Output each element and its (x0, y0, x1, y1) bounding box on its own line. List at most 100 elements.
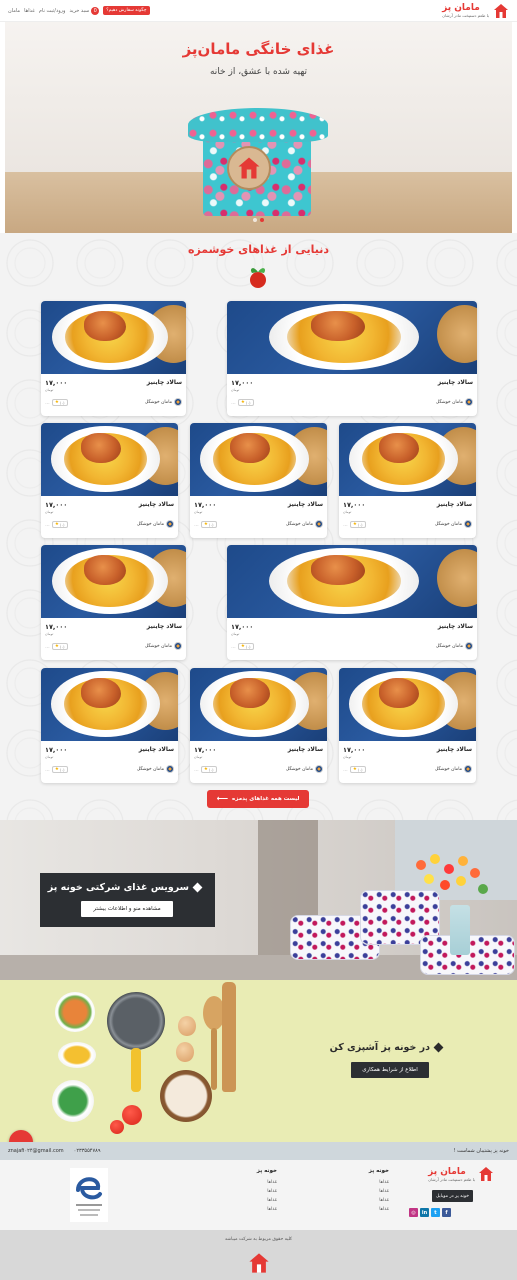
food-image (190, 423, 327, 496)
footer-link[interactable]: غذاها (369, 1205, 389, 1214)
linkedin-icon[interactable]: in (420, 1208, 429, 1217)
corporate-box: سرویس غذای شرکتی خونه پز مشاهده منو و اط… (40, 873, 215, 927)
oil-dish-image (58, 1042, 96, 1068)
enamad-badge[interactable] (70, 1168, 108, 1222)
price-unit: تومان (343, 755, 352, 759)
star-icon: ★ (240, 644, 245, 649)
phone-text[interactable]: ۰۲۳۳۵۵۴۷۸۹ (74, 1148, 101, 1154)
how-to-order-button[interactable]: چگونه سفارش دهیم؟ (103, 6, 150, 15)
diamond-icon (192, 882, 203, 893)
food-price: ۱۷,۰۰۰ (45, 623, 68, 631)
cook-title: در خونه پز آشپزی کن (329, 1042, 430, 1053)
footer-logo[interactable]: ماماﻥ پز با طعم دستپخت مادر آرشان (428, 1166, 494, 1182)
mobile-app-button[interactable]: خونه پز در موبایل (432, 1190, 473, 1202)
rating: ۰.۰ ★ (۰) (45, 521, 68, 528)
egg-image (178, 1016, 196, 1036)
food-card[interactable]: سالاد چاینیز ۱۷,۰۰۰ تومان مامان خوشگل ۰.۰ ★ (۰… (41, 301, 186, 416)
chef-info[interactable]: مامان خوشگل (435, 765, 472, 773)
food-card[interactable]: سالاد چاینیز ۱۷,۰۰۰ تومان مامان خوشگل ۰.۰ ★ (۰… (339, 423, 476, 538)
chef-name: مامان خوشگل (144, 643, 172, 649)
chef-name: مامان خوشگل (144, 399, 172, 405)
facebook-icon[interactable]: f (442, 1208, 451, 1217)
footer-link[interactable]: غذاها (257, 1205, 277, 1214)
chef-info[interactable]: مامان خوشگل (436, 398, 473, 406)
wooden-spatula-image (222, 982, 236, 1092)
star-icon: ★ (54, 522, 59, 527)
footer-link[interactable]: غذاها (257, 1178, 277, 1187)
corporate-more-button[interactable]: مشاهده منو و اطلاعات بیشتر (81, 901, 173, 917)
login-link[interactable]: ورود/ثبت نام (39, 8, 66, 14)
rating-count: (۰) (208, 767, 214, 772)
food-image (41, 301, 186, 374)
food-card[interactable]: سالاد چاینیز ۱۷,۰۰۰ تومان مامان خوشگل ۰.۰ ★ (۰… (227, 545, 477, 660)
frying-pan-image (107, 992, 165, 1050)
food-card[interactable]: سالاد چاینیز ۱۷,۰۰۰ تومان مامان خوشگل ۰.۰ ★ (۰… (190, 423, 327, 538)
brand-tagline: با طعم دستپخت مادر آرشان (442, 13, 489, 18)
email-text[interactable]: znajafi۰۲۴@gmail.com (8, 1148, 64, 1154)
food-name: سالاد چاینیز (138, 746, 174, 753)
social-links: ◎ in t f (409, 1208, 451, 1217)
slider-dot[interactable] (253, 218, 257, 222)
food-card[interactable]: سالاد چاینیز ۱۷,۰۰۰ تومان مامان خوشگل ۰.۰ ★ (۰… (41, 668, 178, 783)
chef-info[interactable]: مامان خوشگل (137, 765, 174, 773)
footer-link[interactable]: غذاها (369, 1178, 389, 1187)
footer-link[interactable]: غذاها (257, 1196, 277, 1205)
house-icon (494, 3, 508, 18)
chef-info[interactable]: مامان خوشگل (145, 642, 182, 650)
rating-value: ۰.۰ (45, 644, 50, 649)
chef-info[interactable]: مامان خوشگل (137, 520, 174, 528)
footer-link[interactable]: غذاها (369, 1187, 389, 1196)
food-price: ۱۷,۰۰۰ (231, 623, 254, 631)
rating-value: ۰.۰ (45, 522, 50, 527)
cart-label: سبد خرید (69, 7, 90, 14)
beans-bowl-image (52, 1080, 94, 1122)
chef-info[interactable]: مامان خوشگل (286, 765, 323, 773)
chef-info[interactable]: مامان خوشگل (145, 398, 182, 406)
nav-mamans-link[interactable]: ماماﻥ (8, 8, 20, 14)
rating-count: (۰) (59, 767, 65, 772)
food-card[interactable]: سالاد چاینیز ۱۷,۰۰۰ تومان مامان خوشگل ۰.۰ ★ (۰… (41, 545, 186, 660)
house-icon (249, 1253, 269, 1273)
slider-dot[interactable] (260, 218, 264, 222)
food-image (41, 423, 178, 496)
food-card[interactable]: سالاد چاینیز ۱۷,۰۰۰ تومان مامان خوشگل ۰.۰ ★ (۰… (41, 423, 178, 538)
food-price: ۱۷,۰۰۰ (45, 379, 68, 387)
rating-value: ۰.۰ (343, 767, 348, 772)
avatar (464, 520, 472, 528)
food-card[interactable]: سالاد چاینیز ۱۷,۰۰۰ تومان مامان خوشگل ۰.۰ ★ (۰… (227, 301, 477, 416)
twitter-icon[interactable]: t (431, 1208, 440, 1217)
gift-knot-image (188, 108, 328, 142)
rice-bowl-image (160, 1070, 212, 1122)
food-price: ۱۷,۰۰۰ (231, 379, 254, 387)
nav-food-link[interactable]: غذاها (24, 8, 35, 14)
rating-value: ۰.۰ (231, 644, 236, 649)
chef-info[interactable]: مامان خوشگل (435, 520, 472, 528)
avatar (315, 520, 323, 528)
food-image (190, 668, 327, 741)
star-icon: ★ (240, 400, 245, 405)
cooperation-button[interactable]: اطلاع از شرایط همکاری (351, 1062, 429, 1078)
site-logo[interactable]: ماماﻥ پز با طعم دستپخت مادر آرشان (442, 3, 509, 19)
food-card[interactable]: سالاد چاینیز ۱۷,۰۰۰ تومان مامان خوشگل ۰.۰ ★ (۰… (190, 668, 327, 783)
instagram-icon[interactable]: ◎ (409, 1208, 418, 1217)
price-unit: تومان (194, 510, 203, 514)
hero-banner[interactable]: غذای خانگی ماماﻥ‌پز تهیه شده با عشق، از … (5, 22, 512, 233)
section-title: دنیایی از غذاهای خوشمزه (187, 243, 330, 256)
avatar (315, 765, 323, 773)
chef-info[interactable]: مامان خوشگل (436, 642, 473, 650)
food-price: ۱۷,۰۰۰ (194, 501, 217, 509)
house-tag-icon (227, 146, 271, 190)
all-foods-button[interactable]: لیست همه غذاهای پدمزه ⟵ (207, 790, 309, 808)
food-card[interactable]: سالاد چاینیز ۱۷,۰۰۰ تومان مامان خوشگل ۰.۰ ★ (۰… (339, 668, 476, 783)
star-icon: ★ (203, 767, 208, 772)
chef-info[interactable]: مامان خوشگل (286, 520, 323, 528)
footer-link[interactable]: غذاها (369, 1196, 389, 1205)
footer-brand-name: ماماﻥ پز (428, 1166, 466, 1177)
arrow-left-icon: ⟵ (216, 794, 229, 803)
food-price: ۱۷,۰۰۰ (45, 746, 68, 754)
support-slogan: خونه پز پشتیبان شماست ! (453, 1148, 509, 1154)
food-name: سالاد چاینیز (138, 501, 174, 508)
footer-link[interactable]: غذاها (257, 1187, 277, 1196)
cart-link[interactable]: 0 سبد خرید (69, 6, 100, 15)
chef-name: مامان خوشگل (434, 521, 462, 527)
